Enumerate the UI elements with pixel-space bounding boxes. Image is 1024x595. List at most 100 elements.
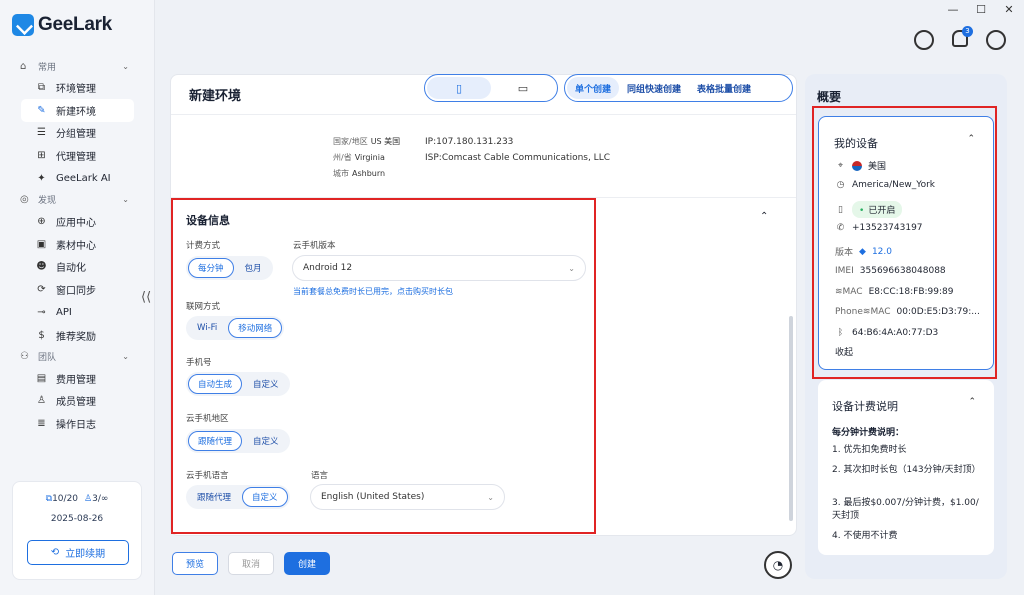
ai-icon: ✦ [37, 173, 46, 185]
preview-button[interactable]: 预览 [172, 552, 218, 575]
chevron-up-icon[interactable]: ⌃ [968, 397, 976, 407]
overview-title: 概要 [817, 90, 842, 104]
logo: GeeLark [12, 14, 112, 36]
close-button[interactable]: ✕ [1002, 3, 1016, 16]
billing-info-subtitle: 每分钟计费说明： [832, 428, 905, 438]
nav-group-label: 发现 [38, 196, 57, 207]
chevron-down-icon: ⌄ [122, 195, 129, 205]
support-agent-icon[interactable] [914, 30, 934, 50]
sidebar-nav: ⌂ 常用 ⌄ ⧉ 环境管理 ✎ 新建环境 ☰ 分组管理 ⊞ 代理管理 ✦ GeeLark … [0, 56, 155, 435]
window-controls: — ☐ ✕ [946, 3, 1016, 16]
create-button[interactable]: 创建 [284, 552, 330, 575]
phone-device-tab[interactable]: ▯ [427, 77, 491, 99]
isp-value: ISP:Comcast Cable Communications, LLC [425, 153, 610, 163]
sidebar-item-window-sync[interactable]: ⟳ 窗口同步 [21, 278, 134, 301]
sidebar-item-env-manage[interactable]: ⧉ 环境管理 [21, 76, 134, 99]
sidebar-item-label: 操作日志 [56, 420, 96, 432]
page-title: 新建环境 [189, 89, 242, 104]
sidebar-item-label: 新建环境 [56, 106, 96, 118]
minimize-button[interactable]: — [946, 3, 960, 16]
member-icon: ♙ [37, 395, 46, 407]
chevron-down-icon: ⌄ [122, 352, 129, 362]
header-icons: 3 [914, 26, 1006, 50]
sidebar-item-geelark-ai[interactable]: ✦ GeeLark AI [21, 167, 134, 190]
robot-icon: ☻ [36, 261, 47, 273]
refresh-icon: ⟲ [50, 547, 60, 558]
sidebar-item-automation[interactable]: ☻ 自动化 [21, 256, 134, 279]
billing-rule: 1. 优先扣免费时长 [832, 445, 907, 455]
sidebar-item-label: 成员管理 [56, 397, 96, 409]
nav-group-team[interactable]: ⚇ 团队 ⌄ [0, 347, 155, 367]
sidebar: GeeLark ⌂ 常用 ⌄ ⧉ 环境管理 ✎ 新建环境 ☰ 分组管理 ⊞ 代理管理 ✦… [0, 0, 155, 595]
laptop-icon: ▭ [517, 81, 529, 95]
sidebar-item-label: 素材中心 [56, 240, 96, 252]
sidebar-item-new-env[interactable]: ✎ 新建环境 [21, 98, 134, 122]
city-label: 城市 [333, 169, 349, 178]
chevron-down-icon: ⌄ [122, 61, 129, 71]
tab-group-quick-create[interactable]: 同组快速创建 [619, 77, 689, 99]
user-icon: ♙ [84, 494, 93, 504]
sidebar-item-label: 环境管理 [56, 83, 96, 95]
device-type-toggle: ▯ ▭ [424, 74, 558, 102]
renew-button[interactable]: ⟲ 立即续期 [27, 540, 129, 565]
device-quota-value: 10/20 [52, 494, 79, 504]
network-icon: ⊞ [37, 150, 46, 162]
edit-icon: ✎ [37, 104, 46, 116]
sidebar-item-label: 代理管理 [56, 152, 96, 164]
member-quota: ♙3/∞ [84, 494, 108, 504]
tab-batch-create[interactable]: 表格批量创建 [689, 77, 759, 99]
sidebar-item-label: 应用中心 [56, 217, 96, 229]
desktop-device-tab[interactable]: ▭ [491, 77, 555, 99]
sidebar-item-api[interactable]: ⊸ API [21, 301, 134, 324]
tab-single-create[interactable]: 单个创建 [567, 77, 620, 99]
sidebar-item-label: 分组管理 [56, 129, 96, 141]
state-label: 州/省 [333, 153, 352, 162]
expiry-date: 2025-08-26 [50, 514, 104, 524]
sidebar-item-group-manage[interactable]: ☰ 分组管理 [21, 122, 134, 145]
app-center-icon: ⊕ [37, 215, 46, 227]
member-quota-value: 3/∞ [92, 494, 109, 504]
sidebar-collapse-icon[interactable]: ⟨⟨ [141, 290, 151, 305]
list-icon: ☰ [37, 127, 46, 139]
app-name: GeeLark [38, 14, 112, 35]
compass-icon: ◎ [20, 194, 29, 206]
reward-icon: $ [38, 329, 45, 341]
cancel-button[interactable]: 取消 [228, 552, 274, 575]
bell-icon[interactable]: 3 [952, 26, 973, 47]
renew-button-label: 立即续期 [65, 549, 106, 560]
device-quota: ⧉10/20 [46, 494, 78, 504]
scrollbar[interactable] [789, 316, 793, 521]
nav-group-label: 团队 [38, 353, 57, 364]
account-card: ⧉10/20 ♙3/∞ 2025-08-26 ⟲ 立即续期 [12, 481, 142, 580]
maximize-button[interactable]: ☐ [974, 3, 988, 16]
sidebar-item-billing[interactable]: ▤ 费用管理 [21, 367, 134, 390]
sidebar-item-app-center[interactable]: ⊕ 应用中心 [21, 210, 134, 233]
sidebar-item-logs[interactable]: ≣ 操作日志 [21, 412, 134, 435]
sidebar-item-material-center[interactable]: ▣ 素材中心 [21, 233, 134, 256]
log-icon: ≣ [37, 418, 46, 430]
notification-badge: 3 [962, 26, 973, 37]
chevron-up-icon[interactable]: ⌃ [760, 211, 768, 222]
billing-rule: 3. 最后按$0.007/分钟计费，$1.00/天封顶 [832, 498, 979, 521]
sidebar-item-proxy-manage[interactable]: ⊞ 代理管理 [21, 144, 134, 167]
state-value: Virginia [354, 153, 385, 162]
sidebar-item-members[interactable]: ♙ 成员管理 [21, 390, 134, 413]
billing-info-title: 设备计费说明 [832, 400, 898, 413]
billing-rule: 2. 其次扣时长包（143分钟/天封顶） [832, 465, 981, 475]
sidebar-item-label: GeeLark AI [56, 173, 111, 185]
nav-group-discover[interactable]: ◎ 发现 ⌄ [0, 190, 155, 210]
highlight-box-my-device [812, 106, 997, 379]
nav-group-label: 常用 [38, 62, 57, 73]
nav-group-common[interactable]: ⌂ 常用 ⌄ [0, 56, 155, 76]
phone-icon: ▯ [455, 81, 463, 95]
sidebar-item-referral[interactable]: $ 推荐奖励 [21, 324, 134, 347]
create-mode-tabs: 单个创建 同组快速创建 表格批量创建 [564, 74, 793, 102]
support-chat-icon[interactable]: ◔ [764, 551, 792, 579]
country-value: US 美国 [370, 137, 401, 146]
user-avatar-icon[interactable] [986, 30, 1006, 50]
sidebar-item-label: 费用管理 [56, 374, 96, 386]
highlight-box-device-info [171, 198, 596, 534]
material-icon: ▣ [36, 238, 47, 250]
billing-rule: 4. 不使用不计费 [832, 531, 898, 541]
team-icon: ⚇ [20, 351, 29, 363]
